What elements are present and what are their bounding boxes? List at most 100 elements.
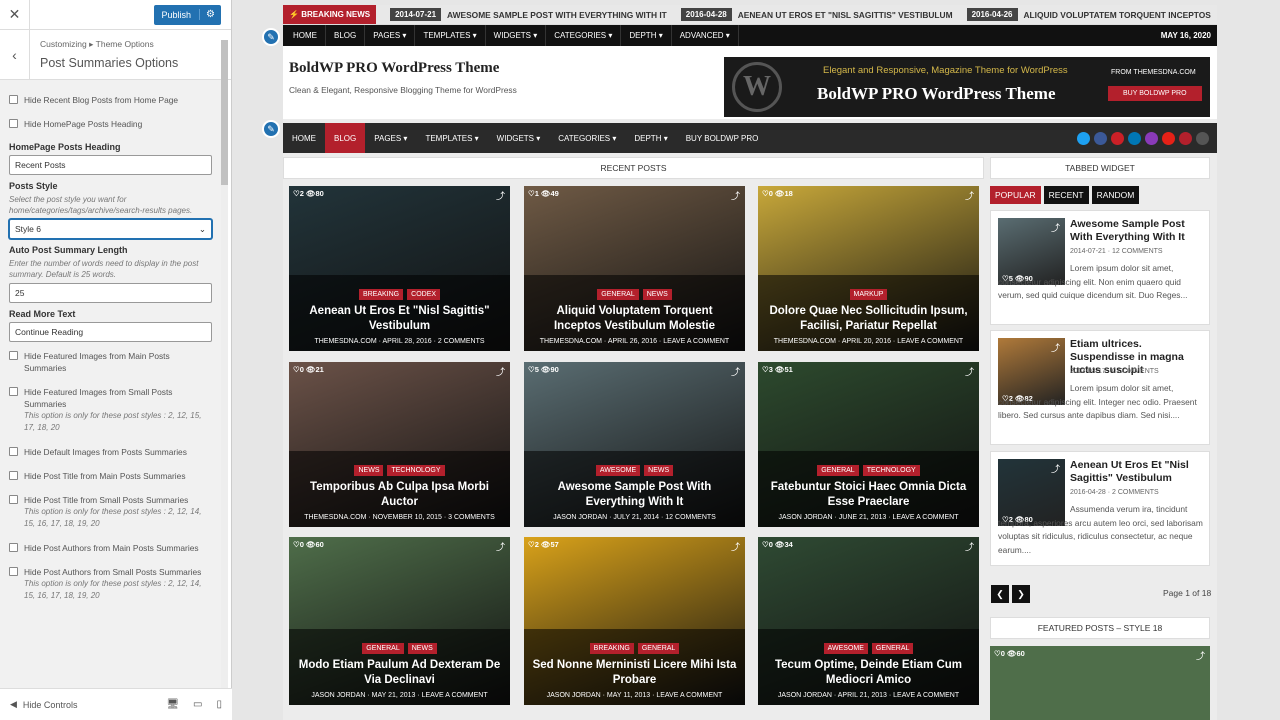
tab-random[interactable]: Random — [1091, 186, 1140, 204]
category-badge[interactable]: Technology — [387, 465, 445, 476]
next-page-icon[interactable]: ❯ — [1012, 585, 1030, 603]
close-icon[interactable]: ✕ — [0, 0, 30, 30]
panel-scrollbar[interactable] — [221, 40, 228, 688]
breaking-item[interactable]: 2016-04-26 ALIQUID VOLUPTATEM TORQUENT IN… — [966, 8, 1211, 21]
post-card[interactable]: ♡5 👁90 ⤴ Awesome News Awesome Sample Post… — [524, 362, 745, 527]
breaking-title[interactable]: ALIQUID VOLUPTATEM TORQUENT INCEPTOS — [1024, 10, 1211, 20]
topnav-item[interactable]: Templates ▾ — [415, 25, 486, 46]
sidebar-post[interactable]: ♡2 👁80 ⤴ Aenean Ut Eros Et "Nisl Sagittis… — [990, 451, 1210, 566]
tab-popular[interactable]: Popular — [990, 186, 1041, 204]
category-badge[interactable]: Breaking — [589, 643, 634, 654]
share-icon[interactable]: ⤴ — [1196, 649, 1205, 662]
featured-post-thumb[interactable]: ♡0 👁60 ⤴ — [990, 646, 1210, 720]
readmore-input[interactable]: Continue Reading — [9, 322, 212, 342]
share-icon[interactable]: ⤴ — [1051, 462, 1060, 475]
desktop-icon[interactable]: 🖥 — [166, 699, 179, 710]
category-badge[interactable]: News — [407, 643, 437, 654]
share-icon[interactable]: ⤴ — [496, 189, 505, 202]
publish-button[interactable]: Publish ⚙ — [153, 4, 221, 25]
option-hide-heading[interactable]: Hide HomePage Posts Heading — [9, 118, 213, 130]
option-feat-main[interactable]: Hide Featured Images from Main Posts Sum… — [9, 350, 213, 374]
heading-input[interactable]: Recent Posts — [9, 155, 212, 175]
back-arrow-icon[interactable]: ‹ — [0, 30, 30, 79]
topnav-item[interactable]: Categories ▾ — [546, 25, 622, 46]
share-icon[interactable]: ⤴ — [496, 365, 505, 378]
linkedin-icon[interactable] — [1128, 131, 1141, 145]
breaking-item[interactable]: 2016-04-28 AENEAN UT EROS ET "NISL SAGITT… — [680, 8, 953, 21]
banner-buy-button[interactable]: BUY BOLDWP PRO — [1108, 86, 1202, 101]
topnav-item[interactable]: Blog — [326, 25, 366, 46]
instagram-icon[interactable] — [1145, 131, 1158, 145]
option-auth-small[interactable]: Hide Post Authors from Small Posts Summa… — [9, 566, 213, 602]
topnav-item[interactable]: Depth ▾ — [621, 25, 672, 46]
checkbox[interactable] — [9, 543, 18, 552]
topnav-item[interactable]: Pages ▾ — [365, 25, 416, 46]
twitter-icon[interactable] — [1077, 131, 1090, 145]
pinterest-icon[interactable] — [1111, 131, 1124, 145]
post-title[interactable]: Aenean Ut Eros Et "Nisl Sagittis" Vestib… — [289, 304, 510, 334]
mainnav-item[interactable]: Templates ▾ — [416, 123, 487, 153]
post-card[interactable]: ♡2 👁80 ⤴ Breaking Codex Aenean Ut Eros Et… — [289, 186, 510, 351]
tablet-icon[interactable]: ▭ — [193, 699, 202, 710]
random-icon[interactable] — [1179, 131, 1192, 145]
site-title[interactable]: BoldWP PRO WordPress Theme — [289, 60, 499, 77]
category-badge[interactable]: General — [817, 465, 859, 476]
breaking-title[interactable]: AENEAN UT EROS ET "NISL SAGITTIS" VESTIB… — [738, 10, 953, 20]
category-badge[interactable]: News — [642, 289, 672, 300]
publish-label[interactable]: Publish — [154, 10, 200, 20]
category-badge[interactable]: General — [362, 643, 404, 654]
share-icon[interactable]: ⤴ — [496, 540, 505, 553]
post-title[interactable]: Aliquid Voluptatem Torquent Inceptos Ves… — [524, 304, 745, 334]
post-card[interactable]: ♡0 👁18 ⤴ Markup Dolore Quae Nec Sollicit… — [758, 186, 979, 351]
category-badge[interactable]: General — [597, 289, 639, 300]
checkbox[interactable] — [9, 119, 18, 128]
checkbox[interactable] — [9, 95, 18, 104]
mainnav-item[interactable]: Widgets ▾ — [488, 123, 550, 153]
style-select[interactable]: Style 6 ⌄ — [9, 219, 212, 239]
hide-controls-button[interactable]: ◀ Hide Controls — [10, 699, 77, 710]
edit-shortcut-icon[interactable]: ✎ — [262, 120, 280, 138]
header-banner[interactable]: W Elegant and Responsive, Magazine Theme… — [724, 57, 1210, 117]
mainnav-item[interactable]: Pages ▾ — [365, 123, 416, 153]
checkbox[interactable] — [9, 387, 18, 396]
category-badge[interactable]: News — [644, 465, 674, 476]
mobile-icon[interactable]: ▯ — [216, 699, 222, 710]
post-title[interactable]: Tecum Optime, Deinde Etiam Cum Mediocri … — [758, 658, 979, 688]
share-icon[interactable]: ⤴ — [731, 540, 740, 553]
share-icon[interactable]: ⤴ — [965, 189, 974, 202]
length-input[interactable]: 25 — [9, 283, 212, 303]
option-feat-small[interactable]: Hide Featured Images from Small Posts Su… — [9, 386, 213, 434]
mainnav-item[interactable]: Home — [283, 123, 325, 153]
option-title-main[interactable]: Hide Post Title from Main Posts Summarie… — [9, 470, 213, 482]
post-title[interactable]: Awesome Sample Post With Everything With… — [524, 480, 745, 510]
topnav-item[interactable]: Advanced ▾ — [672, 25, 739, 46]
category-badge[interactable]: News — [354, 465, 384, 476]
share-icon[interactable]: ⤴ — [1051, 341, 1060, 354]
post-title[interactable]: Fatebuntur Stoici Haec Omnia Dicta Esse … — [758, 480, 979, 510]
option-title-small[interactable]: Hide Post Title from Small Posts Summari… — [9, 494, 213, 530]
category-badge[interactable]: Awesome — [595, 465, 641, 476]
option-auth-main[interactable]: Hide Post Authors from Main Posts Summar… — [9, 542, 213, 554]
gear-icon[interactable]: ⚙ — [199, 9, 221, 20]
post-title[interactable]: Sed Nonne Merninisti Licere Mihi Ista Pr… — [524, 658, 745, 688]
post-title[interactable]: Modo Etiam Paulum Ad Dexteram De Via Dec… — [289, 658, 510, 688]
checkbox[interactable] — [9, 471, 18, 480]
category-badge[interactable]: Technology — [862, 465, 920, 476]
checkbox[interactable] — [9, 447, 18, 456]
share-icon[interactable]: ⤴ — [731, 189, 740, 202]
mainnav-item-active[interactable]: Blog — [325, 123, 366, 153]
mainnav-item[interactable]: Depth ▾ — [625, 123, 676, 153]
option-hide-recent[interactable]: Hide Recent Blog Posts from Home Page — [9, 94, 213, 106]
youtube-icon[interactable] — [1162, 131, 1175, 145]
edit-shortcut-icon[interactable]: ✎ — [262, 28, 280, 46]
prev-page-icon[interactable]: ❮ — [991, 585, 1009, 603]
post-card[interactable]: ♡3 👁51 ⤴ General Technology Fatebuntur St… — [758, 362, 979, 527]
checkbox[interactable] — [9, 351, 18, 360]
post-title[interactable]: Dolore Quae Nec Sollicitudin Ipsum, Faci… — [758, 304, 979, 334]
post-card[interactable]: ♡1 👁49 ⤴ General News Aliquid Voluptatem … — [524, 186, 745, 351]
post-card[interactable]: ♡0 👁34 ⤴ Awesome General Tecum Optime, De… — [758, 537, 979, 705]
scrollbar-thumb[interactable] — [221, 40, 228, 185]
topnav-item[interactable]: Home — [285, 25, 326, 46]
category-badge[interactable]: Markup — [849, 289, 888, 300]
share-icon[interactable]: ⤴ — [965, 540, 974, 553]
